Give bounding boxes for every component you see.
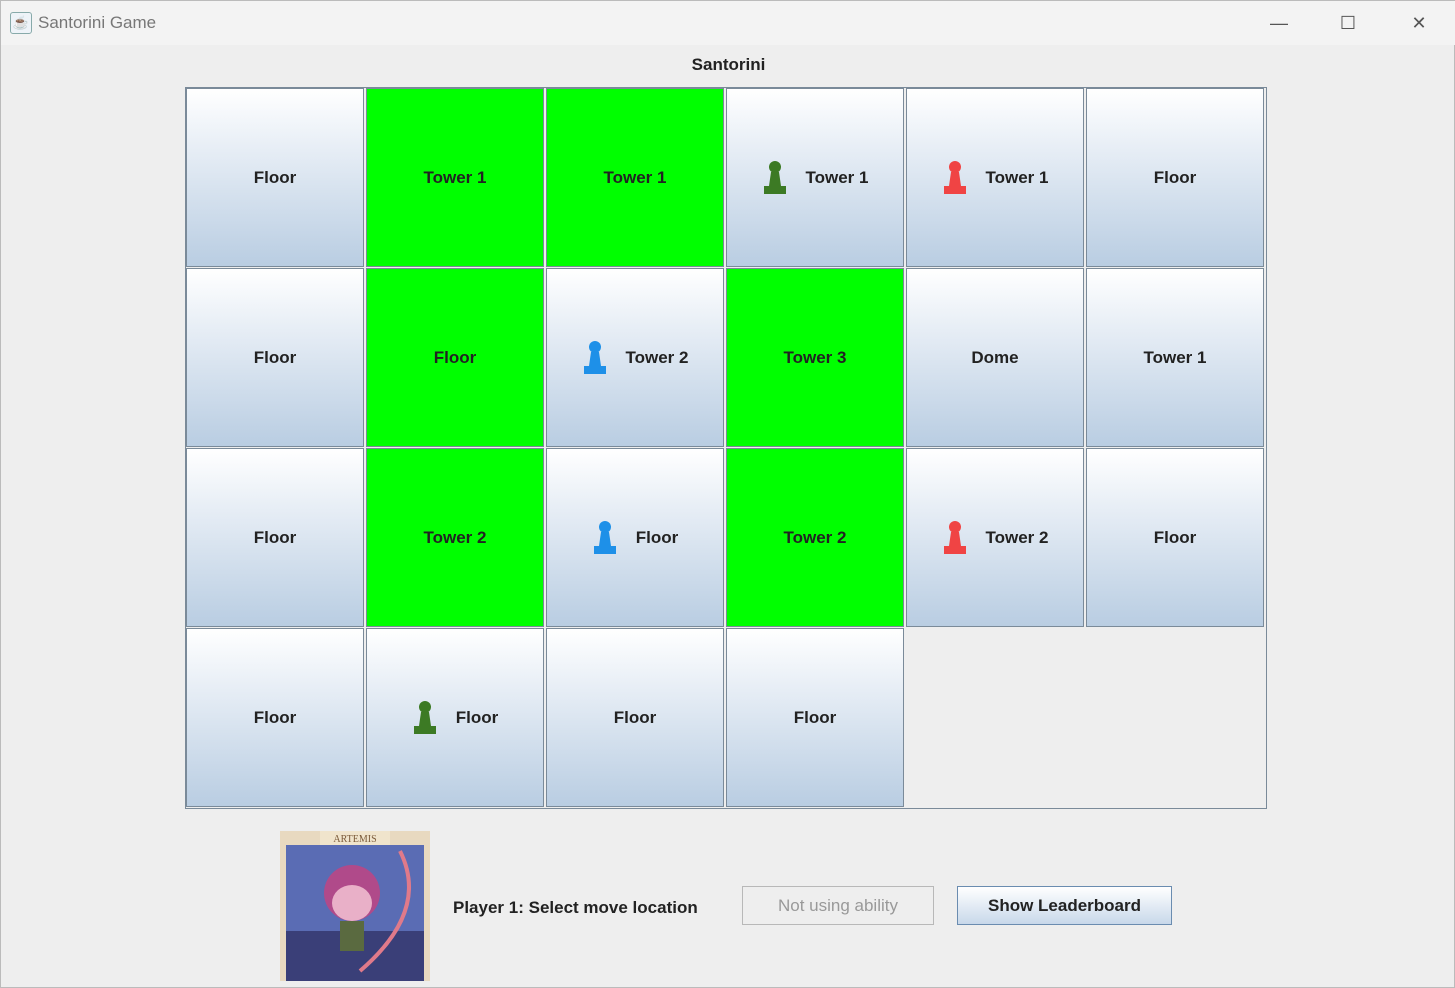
close-button[interactable]: ✕	[1384, 1, 1454, 45]
cell-label: Tower 2	[783, 527, 847, 547]
title-bar: ☕ Santorini Game — ☐ ✕	[1, 1, 1455, 45]
cell-label: Tower 1	[985, 167, 1049, 187]
ability-toggle-button[interactable]: Not using ability	[742, 886, 934, 925]
cell-label: Floor	[793, 707, 837, 727]
board-cell[interactable]: Floor	[366, 628, 544, 807]
cell-label: Floor	[253, 707, 297, 727]
board-cell[interactable]: Tower 1	[366, 88, 544, 267]
board-cell[interactable]: Dome	[906, 268, 1084, 447]
board-cell[interactable]: Floor	[186, 88, 364, 267]
cell-label: Floor	[635, 527, 679, 547]
svg-text:ARTEMIS: ARTEMIS	[333, 834, 376, 845]
cell-label: Tower 1	[805, 167, 869, 187]
game-board: Floor Tower 1 Tower 1 Tower 1 Tower 1 Floor Fl…	[185, 87, 1267, 809]
board-cell[interactable]: Tower 2	[726, 448, 904, 627]
cell-label: Floor	[1153, 527, 1197, 547]
board-cell[interactable]: Floor	[546, 628, 724, 807]
board-cell[interactable]: Floor	[366, 268, 544, 447]
cell-label: Floor	[455, 707, 499, 727]
board-cell[interactable]: Tower 1	[726, 88, 904, 267]
board-cell[interactable]: Tower 2	[906, 448, 1084, 627]
blue-worker-pawn-icon	[583, 340, 606, 374]
red-worker-pawn-icon	[943, 520, 966, 554]
cell-label: Floor	[253, 167, 297, 187]
minimize-button[interactable]: —	[1244, 1, 1314, 45]
board-cell[interactable]: Floor	[546, 448, 724, 627]
status-message: Player 1: Select move location	[453, 898, 698, 917]
cell-label: Floor	[613, 707, 657, 727]
page-title: Santorini	[691, 55, 766, 74]
green-worker-pawn-icon	[413, 700, 436, 734]
cell-label: Tower 1	[423, 167, 487, 187]
board-cell[interactable]: Tower 1	[546, 88, 724, 267]
god-card-artemis: ARTEMIS	[280, 831, 430, 981]
java-app-icon: ☕	[10, 12, 32, 34]
blue-worker-pawn-icon	[593, 520, 616, 554]
board-cell[interactable]: Floor	[186, 628, 364, 807]
cell-label: Tower 2	[985, 527, 1049, 547]
cell-label: Tower 1	[1143, 347, 1207, 367]
cell-label: Floor	[253, 347, 297, 367]
board-cell[interactable]: Floor	[186, 268, 364, 447]
cell-label: Floor	[253, 527, 297, 547]
board-cell[interactable]: Tower 3	[726, 268, 904, 447]
show-leaderboard-button[interactable]: Show Leaderboard	[957, 886, 1172, 925]
red-worker-pawn-icon	[943, 160, 966, 194]
board-cell[interactable]: Floor	[726, 628, 904, 807]
cell-label: Floor	[1153, 167, 1197, 187]
window-title: Santorini Game	[38, 13, 157, 32]
board-cell[interactable]: Floor	[186, 448, 364, 627]
cell-label: Tower 2	[625, 347, 689, 367]
board-cell[interactable]: Floor	[1086, 88, 1264, 267]
green-worker-pawn-icon	[763, 160, 786, 194]
cell-label: Tower 3	[783, 347, 847, 367]
cell-label: Dome	[971, 347, 1019, 367]
board-cell[interactable]: Tower 2	[366, 448, 544, 627]
board-cell[interactable]: Tower 1	[906, 88, 1084, 267]
board-cell[interactable]: Tower 2	[546, 268, 724, 447]
board-cell[interactable]: Floor	[1086, 448, 1264, 627]
board-cell[interactable]: Tower 1	[1086, 268, 1264, 447]
cell-label: Tower 2	[423, 527, 487, 547]
cell-label: Tower 1	[603, 167, 667, 187]
cell-label: Floor	[433, 347, 477, 367]
maximize-button[interactable]: ☐	[1313, 1, 1383, 45]
